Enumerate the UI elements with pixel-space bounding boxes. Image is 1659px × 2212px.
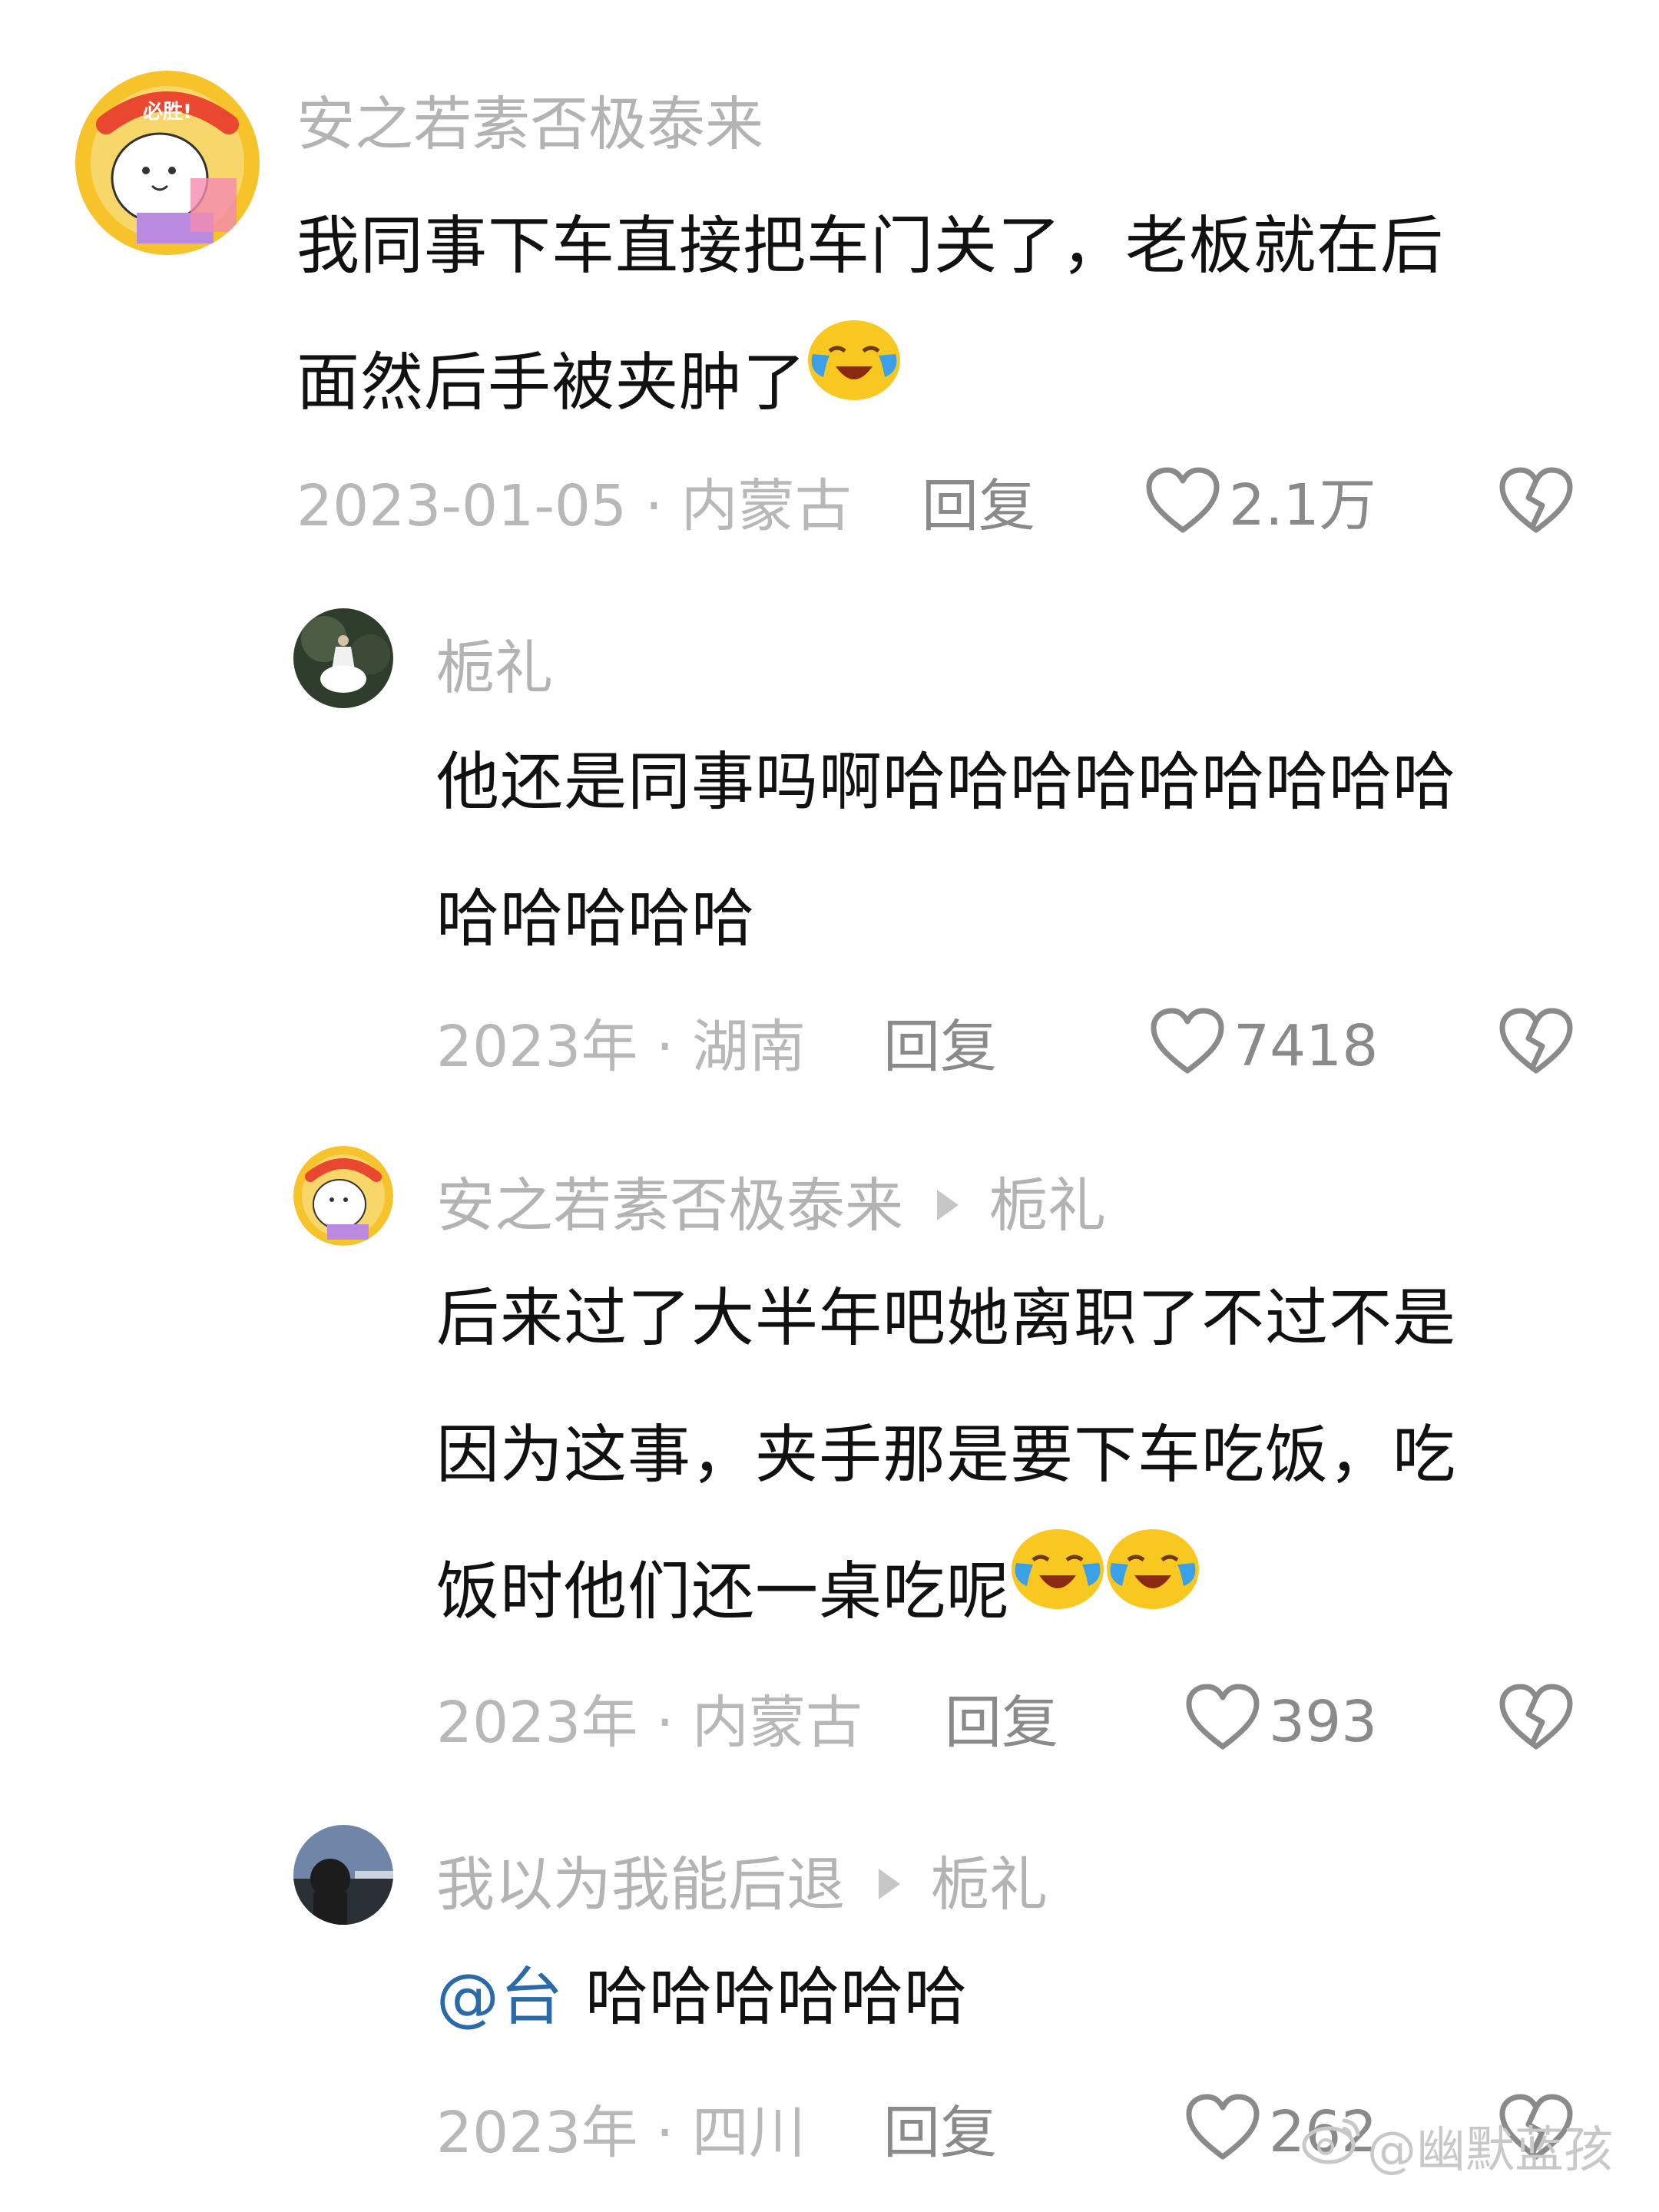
comment-body-line: 后来过了大半年吧她离职了不过不是: [436, 1282, 1457, 1355]
reply-arrow-icon: [937, 1190, 959, 1220]
comment-date-location: 2023年 · 湖南: [436, 1014, 806, 1080]
comment-username-row: 安之若素否极泰来 栀礼: [436, 1177, 1106, 1235]
comment-username[interactable]: 安之若素否极泰来: [296, 95, 763, 154]
reply-arrow-icon: [879, 1869, 900, 1899]
heart-outline-icon: [1144, 465, 1221, 545]
avatar[interactable]: 必胜!: [75, 71, 260, 255]
reply-button[interactable]: 回复: [883, 2104, 997, 2161]
comment-username[interactable]: 栀礼: [436, 639, 553, 697]
like-button[interactable]: 393: [1184, 1682, 1377, 1762]
reply-button[interactable]: 回复: [945, 1694, 1058, 1751]
comment-body-text: 哈哈哈哈哈哈: [585, 1961, 969, 2034]
reply-to-username[interactable]: 栀礼: [931, 1850, 1048, 1919]
comment-username[interactable]: 我以为我能后退: [436, 1850, 845, 1919]
broken-heart-icon: [1499, 1008, 1573, 1074]
heart-outline-icon: [1184, 1682, 1261, 1762]
comment-username[interactable]: 安之若素否极泰来: [436, 1171, 903, 1240]
comment-body-line: @台 哈哈哈哈哈哈: [436, 1929, 1604, 2066]
comment-item: 安之若素否极泰来 栀礼 后来过了大半年吧她离职了不过不是 因为这事，夹手那是要下车…: [0, 1121, 1659, 1797]
avatar[interactable]: [293, 608, 393, 708]
reply-button[interactable]: 回复: [883, 1018, 997, 1075]
like-button[interactable]: 2.1万: [1144, 465, 1376, 545]
reply-to-username[interactable]: 栀礼: [989, 1171, 1106, 1240]
comment-body: 后来过了大半年吧她离职了不过不是 因为这事，夹手那是要下车吃饭，吃 饭时他们还一…: [436, 1250, 1604, 1664]
dislike-button[interactable]: [1498, 1682, 1575, 1756]
watermark-text: @幽默蓝孩: [1367, 2122, 1613, 2179]
comment-body-line: 我同事下车直接把车门关了，老板就在后: [296, 210, 1445, 283]
comment-date-location: 2023年 · 内蒙古: [436, 1690, 863, 1756]
heart-outline-icon: [1149, 1006, 1226, 1086]
comment-username-row: 我以为我能后退 栀礼: [436, 1856, 1048, 1914]
comment-item: 栀礼 他还是同事吗啊哈哈哈哈哈哈哈哈哈 哈哈哈哈哈 2023年 · 湖南 回复 …: [0, 584, 1659, 1121]
comment-body-line: 面然后手被夹肿了: [296, 346, 807, 419]
like-count: 7418: [1233, 1013, 1379, 1079]
comment-item: 必胜! 安之若素否极泰来 我同事下车直接把车门关了，老板就在后 面然后手被夹肿了…: [0, 0, 1659, 553]
comment-date-location: 2023-01-05 · 内蒙古: [296, 473, 852, 539]
comment-body: 他还是同事吗啊哈哈哈哈哈哈哈哈哈 哈哈哈哈哈: [436, 714, 1604, 988]
crying-laughing-emoji-icon: [1010, 1522, 1105, 1658]
broken-heart-icon: [1499, 467, 1573, 533]
reply-button[interactable]: 回复: [922, 478, 1035, 535]
comment-thread: 必胜! 安之若素否极泰来 我同事下车直接把车门关了，老板就在后 面然后手被夹肿了…: [0, 0, 1659, 2212]
avatar[interactable]: [293, 1825, 393, 1925]
comment-body-line-with-emoji: 面然后手被夹肿了: [296, 315, 1602, 455]
avatar[interactable]: [293, 1146, 393, 1246]
comment-body-line: 饭时他们还一桌吃呢: [436, 1555, 1011, 1628]
comment-body: 我同事下车直接把车门关了，老板就在后 面然后手被夹肿了: [296, 178, 1602, 455]
comment-body-line: 他还是同事吗啊哈哈哈哈哈哈哈哈哈: [436, 746, 1457, 819]
mention-link[interactable]: @台: [436, 1961, 564, 2034]
comment-body-line-with-emoji: 饭时他们还一桌吃呢: [436, 1524, 1604, 1664]
comment-body: @台 哈哈哈哈哈哈: [436, 1929, 1604, 2066]
like-count: 2.1万: [1229, 472, 1376, 538]
dislike-button[interactable]: [1498, 1006, 1575, 1080]
like-count: 393: [1269, 1689, 1378, 1755]
crying-laughing-emoji-icon: [806, 313, 902, 449]
heart-outline-icon: [1184, 2092, 1261, 2172]
comment-body-line: 哈哈哈哈哈: [436, 882, 756, 955]
avatar-badge-text: 必胜!: [143, 101, 192, 124]
dislike-button[interactable]: [1498, 465, 1575, 539]
broken-heart-icon: [1499, 1684, 1573, 1750]
like-button[interactable]: 7418: [1149, 1006, 1378, 1086]
watermark: @幽默蓝孩: [1301, 2111, 1613, 2181]
weibo-icon: [1301, 2114, 1363, 2177]
comment-date-location: 2023年 · 四川: [436, 2100, 806, 2166]
comment-body-line: 因为这事，夹手那是要下车吃饭，吃: [436, 1419, 1457, 1492]
crying-laughing-emoji-icon: [1105, 1522, 1200, 1658]
